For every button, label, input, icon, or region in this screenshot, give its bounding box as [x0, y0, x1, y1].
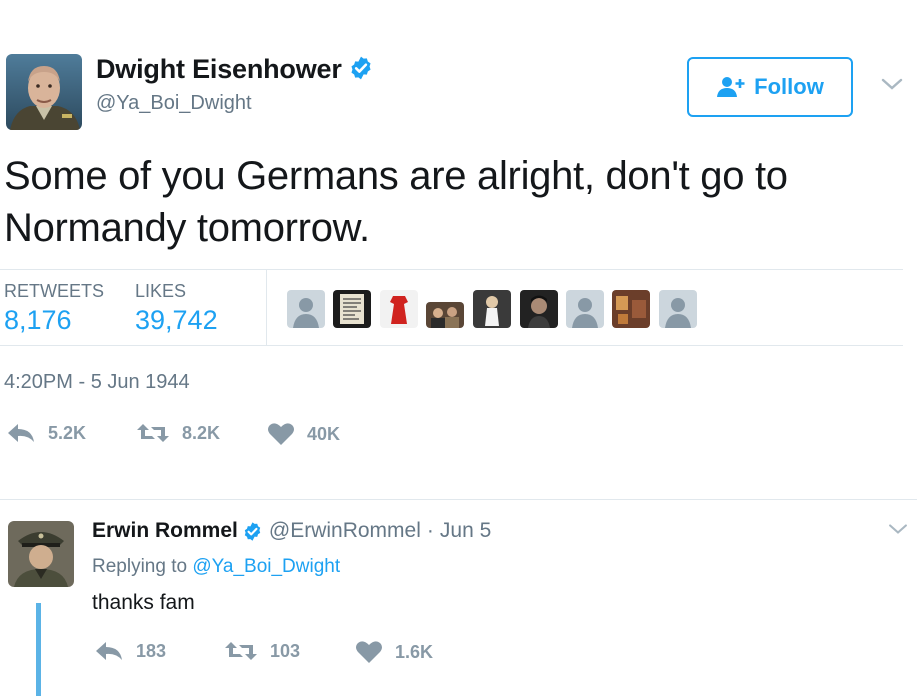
reply-button[interactable]: 5.2K: [6, 422, 86, 444]
divider: [0, 499, 917, 500]
replying-to: Replying to @Ya_Boi_Dwight: [92, 556, 340, 578]
liker-avatar[interactable]: [380, 290, 418, 328]
thread-line: [36, 603, 41, 696]
liker-avatar[interactable]: [287, 290, 325, 328]
reply-icon: [8, 424, 34, 442]
retweets-label[interactable]: RETWEETS: [4, 281, 104, 302]
liker-avatar[interactable]: [659, 290, 697, 328]
chevron-down-icon[interactable]: [887, 522, 909, 541]
verified-badge-icon: [242, 521, 263, 542]
reply-button[interactable]: 183: [94, 640, 166, 662]
reply-date[interactable]: Jun 5: [440, 519, 491, 543]
liker-avatar[interactable]: [426, 302, 464, 328]
like-count: 40K: [307, 423, 341, 444]
reply-count: 183: [136, 640, 167, 661]
heart-icon: [356, 641, 382, 663]
tweet-text: Some of you Germans are alright, don't g…: [4, 154, 788, 250]
retweet-icon: [225, 642, 257, 660]
reply-icon: [96, 642, 122, 660]
reply-author-handle[interactable]: @ErwinRommel: [269, 519, 421, 543]
default-avatar-icon: [659, 290, 697, 328]
author-avatar[interactable]: [6, 54, 82, 130]
likes-count[interactable]: 39,742: [135, 305, 218, 336]
liker-avatar[interactable]: [612, 290, 650, 328]
chevron-down-icon[interactable]: [880, 76, 904, 97]
liker-avatar[interactable]: [566, 290, 604, 328]
follow-button[interactable]: Follow: [687, 57, 853, 117]
default-avatar-icon: [566, 290, 604, 328]
divider: [0, 269, 903, 270]
avatar-photo: [6, 54, 82, 130]
divider: [0, 345, 903, 346]
retweet-count: 8.2K: [182, 422, 221, 443]
separator: ·: [426, 519, 434, 542]
author-handle[interactable]: @Ya_Boi_Dwight: [96, 92, 252, 115]
retweet-icon: [137, 424, 169, 442]
stats-divider: [266, 270, 267, 345]
like-button[interactable]: 40K: [267, 422, 340, 446]
follow-label: Follow: [754, 74, 824, 99]
timestamp[interactable]: 4:20PM - 5 Jun 1944: [4, 371, 190, 394]
author-name-text: Dwight Eisenhower: [96, 54, 342, 84]
reply-count: 5.2K: [48, 422, 87, 443]
reply-author-avatar[interactable]: [8, 521, 74, 587]
heart-icon: [268, 423, 294, 445]
retweet-button[interactable]: 103: [224, 640, 300, 662]
avatar-photo: [8, 521, 74, 587]
like-count: 1.6K: [395, 641, 434, 662]
author-name[interactable]: Dwight Eisenhower: [96, 54, 374, 88]
retweet-count: 103: [270, 640, 301, 661]
liker-avatar[interactable]: [520, 290, 558, 328]
reply-text: thanks fam: [92, 591, 195, 614]
reply-header: Erwin Rommel @ErwinRommel · Jun 5: [92, 519, 491, 543]
like-button[interactable]: 1.6K: [355, 640, 433, 664]
retweets-count[interactable]: 8,176: [4, 305, 72, 336]
default-avatar-icon: [287, 290, 325, 328]
replying-to-handle[interactable]: @Ya_Boi_Dwight: [192, 556, 340, 577]
liker-avatar[interactable]: [333, 290, 371, 328]
follow-person-icon: [716, 76, 746, 98]
replying-to-prefix: Replying to: [92, 556, 188, 577]
retweet-button[interactable]: 8.2K: [136, 422, 220, 444]
verified-badge-icon: [348, 55, 374, 88]
liker-avatar[interactable]: [473, 290, 511, 328]
likes-label[interactable]: LIKES: [135, 281, 186, 302]
reply-author-name[interactable]: Erwin Rommel: [92, 519, 238, 543]
